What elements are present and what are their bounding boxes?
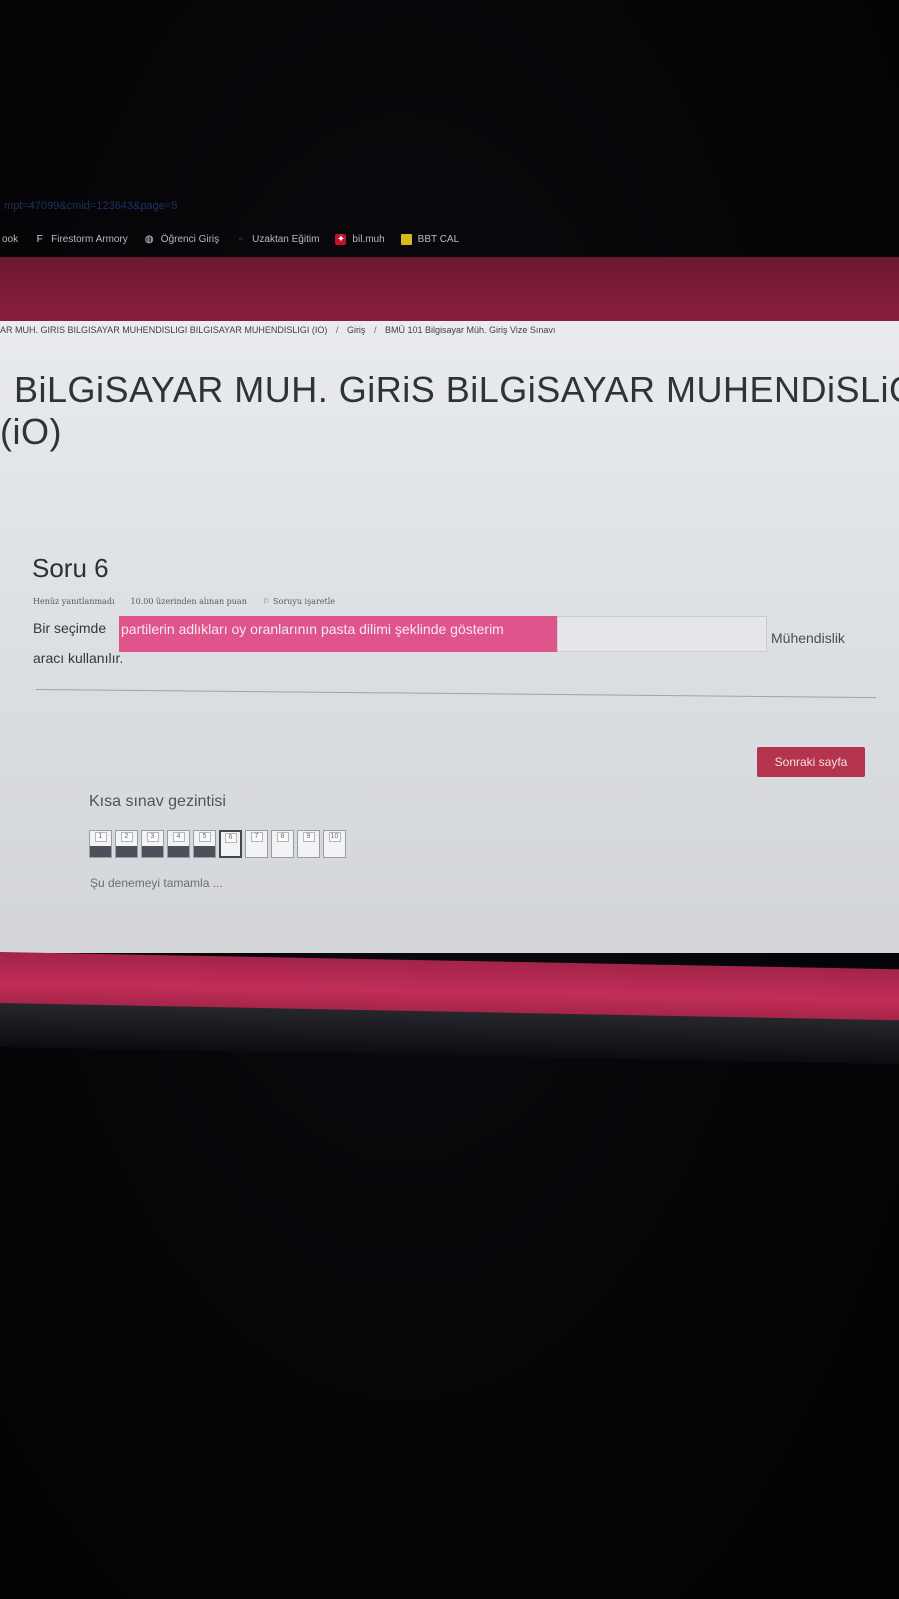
quiz-nav-box-8[interactable]: 8 <box>271 830 294 858</box>
breadcrumb-separator: / <box>373 325 377 335</box>
breadcrumb-quiz[interactable]: BMÜ 101 Bilgisayar Müh. Giriş Vize Sınav… <box>385 325 555 335</box>
photo-frame: mpt=47099&cmid=123643&page=5 ook F Fires… <box>0 0 899 1599</box>
page-icon: ▫ <box>238 233 243 245</box>
quiz-nav-box-10[interactable]: 10 <box>323 830 346 858</box>
quiz-nav-box-number: 2 <box>120 832 133 842</box>
quiz-nav-box-number: 10 <box>328 832 341 842</box>
quiz-nav-box-number: 8 <box>276 832 289 842</box>
bookmark-label: BBT CAL <box>417 233 460 245</box>
finish-attempt-link[interactable]: Şu denemeyi tamamla ... <box>90 876 223 890</box>
flag-question-link[interactable]: ⚐ Soruyu işaretle <box>263 597 335 606</box>
bookmark-label: Firestorm Armory <box>51 233 128 245</box>
quiz-nav-box-number: 6 <box>224 833 237 843</box>
question-line-1: Bir seçimde partilerin adlıkları oy oran… <box>33 616 873 652</box>
question-text: Bir seçimde partilerin adlıkları oy oran… <box>33 616 873 666</box>
quiz-nav-box-number: 3 <box>146 832 159 842</box>
quiz-nav-box-number: 4 <box>172 832 185 842</box>
quiz-nav-box-4[interactable]: 4 <box>167 830 190 858</box>
quiz-page: AR MUH. GIRIS BILGISAYAR MUHENDISLIGI BI… <box>0 321 899 953</box>
address-bar-fragment[interactable]: mpt=47099&cmid=123643&page=5 <box>0 200 899 220</box>
quiz-nav-box-5[interactable]: 5 <box>193 830 216 858</box>
question-status: Henüz yanıtlanmadı <box>33 597 115 606</box>
site-header <box>0 257 899 321</box>
breadcrumb-separator: / <box>335 325 339 335</box>
quiz-nav-box-7[interactable]: 7 <box>245 830 268 858</box>
quiz-nav-box-number: 5 <box>198 832 211 842</box>
bookmark-item-1[interactable]: F Firestorm Armory <box>34 234 128 245</box>
question-line-2: aracı kullanılır. <box>33 650 124 666</box>
quiz-navigation-boxes: 1 2 3 4 5 6 7 8 9 10 <box>89 830 346 858</box>
bookmark-label: Uzaktan Eğitim <box>252 233 320 245</box>
page-title-line2: (iO) <box>0 411 62 452</box>
breadcrumb-section[interactable]: Giriş <box>347 325 366 335</box>
quiz-nav-box-number: 7 <box>250 832 263 842</box>
breadcrumb: AR MUH. GIRIS BILGISAYAR MUHENDISLIGI BI… <box>0 325 555 335</box>
page-title-line1: BiLGiSAYAR MUH. GiRiS BiLGiSAYAR MUHENDi… <box>14 369 899 410</box>
bookmark-item-3[interactable]: ▫ Uzaktan Eğitim <box>235 233 320 245</box>
quiz-nav-box-3[interactable]: 3 <box>141 830 164 858</box>
page-title: BiLGiSAYAR MUH. GiRiS BiLGiSAYAR MUHENDi… <box>0 369 899 453</box>
answer-input[interactable] <box>557 616 767 652</box>
selected-text-highlight: partilerin adlıkları oy oranlarının past… <box>119 616 557 652</box>
bookmark-label: bil.muh <box>352 233 385 245</box>
firestorm-icon: F <box>36 233 43 245</box>
quiz-navigation-title: Kısa sınav gezintisi <box>89 793 226 810</box>
question-info: Henüz yanıtlanmadı 10.00 üzerinden alına… <box>33 597 335 606</box>
quiz-nav-box-number: 9 <box>302 832 315 842</box>
folder-icon <box>400 233 412 245</box>
bookmark-item-2[interactable]: ◍ Öğrenci Giriş <box>144 234 219 245</box>
quiz-nav-box-2[interactable]: 2 <box>115 830 138 858</box>
question-points: 10.00 üzerinden alınan puan <box>130 597 247 606</box>
next-page-button[interactable]: Sonraki sayfa <box>757 747 865 777</box>
bookmark-item-4[interactable]: ✦ bil.muh <box>335 233 385 245</box>
red-logo-icon: ✦ <box>335 233 347 245</box>
question-text-before: Bir seçimde <box>33 620 107 636</box>
question-text-after: Mühendislik <box>771 630 845 646</box>
bookmarks-bar: ook F Firestorm Armory ◍ Öğrenci Giriş ▫… <box>0 226 899 252</box>
globe-icon: ◍ <box>144 233 154 245</box>
breadcrumb-course[interactable]: AR MUH. GIRIS BILGISAYAR MUHENDISLIGI BI… <box>0 325 327 335</box>
quiz-nav-box-9[interactable]: 9 <box>297 830 320 858</box>
quiz-nav-box-6[interactable]: 6 <box>219 830 242 858</box>
quiz-nav-box-1[interactable]: 1 <box>89 830 112 858</box>
flag-question-label: Soruyu işaretle <box>273 597 336 606</box>
bookmark-item-0[interactable]: ook <box>2 234 18 245</box>
flag-icon: ⚐ <box>262 597 271 606</box>
question-divider <box>35 689 876 699</box>
bookmark-label: Öğrenci Giriş <box>160 233 220 245</box>
quiz-nav-box-number: 1 <box>94 832 107 842</box>
bookmark-item-5[interactable]: BBT CAL <box>400 233 460 245</box>
question-number: Soru 6 <box>32 553 109 583</box>
bookmark-label: ook <box>2 233 19 245</box>
